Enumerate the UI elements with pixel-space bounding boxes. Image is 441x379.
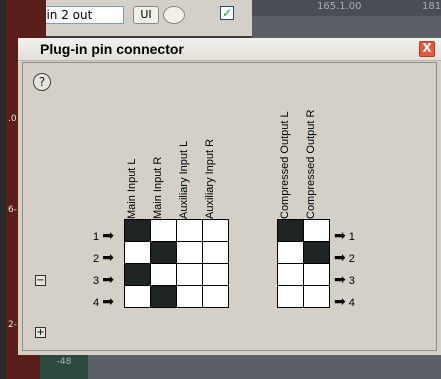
arrow-right-icon: ➡ bbox=[102, 227, 114, 243]
output-column-label: Compressed Output R bbox=[305, 109, 317, 219]
input-pin-label: 1 ➡ bbox=[93, 227, 114, 244]
pin-cell[interactable] bbox=[277, 263, 304, 286]
meter-tick: 6- bbox=[8, 205, 17, 215]
pin-cell[interactable] bbox=[277, 241, 304, 264]
pin-cell[interactable] bbox=[124, 219, 151, 242]
input-pin-matrix bbox=[124, 219, 229, 308]
pin-cell[interactable] bbox=[202, 263, 229, 286]
meter-tick: 2- bbox=[8, 320, 17, 330]
pin-cell[interactable] bbox=[303, 263, 330, 286]
pin-number: 2 bbox=[93, 253, 100, 265]
input-pin-label: 4 ➡ bbox=[93, 293, 114, 310]
output-pin-matrix bbox=[277, 219, 330, 308]
bottom-bar bbox=[88, 352, 441, 379]
pin-cell[interactable] bbox=[176, 285, 203, 308]
arrow-right-icon: ➡ bbox=[334, 249, 346, 265]
pin-cell[interactable] bbox=[124, 241, 151, 264]
add-pin-button[interactable]: + bbox=[35, 327, 46, 338]
pin-number: 4 bbox=[348, 297, 355, 309]
pin-cell[interactable] bbox=[303, 241, 330, 264]
input-column-label: Auxiliary Input R bbox=[204, 138, 216, 219]
pin-cell[interactable] bbox=[150, 241, 177, 264]
input-pin-label: 3 ➡ bbox=[93, 271, 114, 288]
arrow-right-icon: ➡ bbox=[102, 293, 114, 309]
arrow-right-icon: ➡ bbox=[102, 271, 114, 287]
arrow-right-icon: ➡ bbox=[334, 293, 346, 309]
input-pin-label: 2 ➡ bbox=[93, 249, 114, 266]
arrow-right-icon: ➡ bbox=[334, 227, 346, 243]
ruler-label: 181 bbox=[422, 1, 441, 12]
output-pin-label: ➡ 3 bbox=[334, 271, 355, 288]
input-column-label: Main Input R bbox=[152, 156, 164, 219]
pin-cell[interactable] bbox=[124, 263, 151, 286]
dialog-titlebar[interactable]: Plug-in pin connector X bbox=[18, 38, 441, 61]
pin-number: 1 bbox=[93, 231, 100, 243]
pin-cell[interactable] bbox=[202, 219, 229, 242]
pin-cell[interactable] bbox=[277, 219, 304, 242]
pin-number: 3 bbox=[348, 275, 355, 287]
enable-checkbox[interactable]: ✓ bbox=[220, 6, 234, 20]
close-button[interactable]: X bbox=[419, 41, 435, 57]
pin-cell[interactable] bbox=[150, 285, 177, 308]
output-pin-label: ➡ 2 bbox=[334, 249, 355, 266]
pin-cell[interactable] bbox=[303, 219, 330, 242]
pin-cell[interactable] bbox=[202, 241, 229, 264]
help-button[interactable]: ? bbox=[33, 73, 51, 91]
arrow-right-icon: ➡ bbox=[102, 249, 114, 265]
pin-number: 2 bbox=[348, 253, 355, 265]
pin-number: 4 bbox=[93, 297, 100, 309]
pin-connector-dialog: Plug-in pin connector X ? Main Input L M… bbox=[18, 38, 441, 355]
pin-number: 1 bbox=[348, 231, 355, 243]
output-pin-label: ➡ 4 bbox=[334, 293, 355, 310]
timeline-ruler: 165.1.00 181 bbox=[252, 0, 441, 16]
ruler-label: 165.1.00 bbox=[317, 1, 362, 12]
pin-cell[interactable] bbox=[303, 285, 330, 308]
pin-cell[interactable] bbox=[176, 263, 203, 286]
meter-tick: .0 bbox=[8, 114, 17, 124]
pin-number: 3 bbox=[93, 275, 100, 287]
pin-cell[interactable] bbox=[202, 285, 229, 308]
track-edge bbox=[0, 0, 6, 379]
output-pin-label: ➡ 1 bbox=[334, 227, 355, 244]
pin-cell[interactable] bbox=[150, 263, 177, 286]
pin-cell[interactable] bbox=[277, 285, 304, 308]
pin-cell[interactable] bbox=[176, 241, 203, 264]
pin-cell[interactable] bbox=[176, 219, 203, 242]
pin-cell[interactable] bbox=[124, 285, 151, 308]
dialog-title: Plug-in pin connector bbox=[40, 41, 184, 57]
output-column-label: Compressed Output L bbox=[279, 111, 291, 219]
remove-pin-button[interactable]: − bbox=[35, 275, 46, 286]
ui-button[interactable]: UI bbox=[133, 6, 159, 24]
arrow-right-icon: ➡ bbox=[334, 271, 346, 287]
pin-panel: ? Main Input L Main Input R Auxiliary In… bbox=[22, 62, 437, 351]
circle-button[interactable] bbox=[163, 6, 185, 24]
input-column-label: Main Input L bbox=[126, 158, 138, 219]
input-column-label: Auxiliary Input L bbox=[178, 140, 190, 219]
pin-cell[interactable] bbox=[150, 219, 177, 242]
